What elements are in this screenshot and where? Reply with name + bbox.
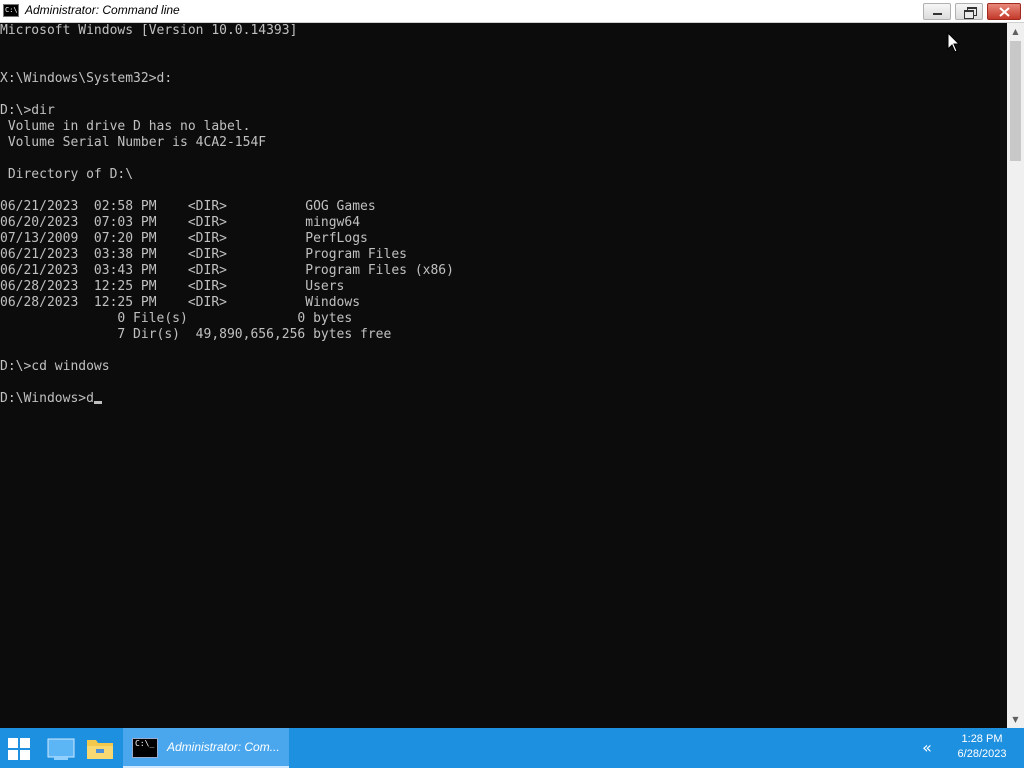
file-explorer-icon xyxy=(47,738,75,760)
scroll-thumb[interactable] xyxy=(1010,41,1021,161)
console-line: D:\>cd windows xyxy=(0,359,110,374)
file-explorer-button[interactable] xyxy=(43,728,79,768)
scroll-up-arrow-icon[interactable]: ▲ xyxy=(1007,23,1024,40)
window-title: Administrator: Command line xyxy=(25,3,180,17)
restore-button[interactable] xyxy=(955,3,983,20)
vertical-scrollbar[interactable]: ▲ ▼ xyxy=(1007,23,1024,728)
console-prompt: D:\Windows> xyxy=(0,391,87,406)
console-output[interactable]: Microsoft Windows [Version 10.0.14393] X… xyxy=(0,23,1007,728)
console-line: Microsoft Windows [Version 10.0.14393] xyxy=(0,23,298,38)
start-button[interactable] xyxy=(0,728,40,768)
show-hidden-icons-chevron-icon[interactable]: « xyxy=(917,736,937,760)
console-line: 7 Dir(s) 49,890,656,256 bytes free xyxy=(0,327,392,342)
console-line: 06/21/2023 02:58 PM <DIR> GOG Games xyxy=(0,199,376,214)
clock-date: 6/28/2023 xyxy=(957,748,1007,760)
console-line: 0 File(s) 0 bytes xyxy=(0,311,353,326)
taskbar: C:\_ Administrator: Com... « 1:28 PM 6/2… xyxy=(0,728,1024,768)
console-line: X:\Windows\System32>d: xyxy=(0,71,173,86)
folder-icon xyxy=(87,740,113,759)
console-line: Volume in drive D has no label. xyxy=(0,119,251,134)
taskbar-item-label: Administrator: Com... xyxy=(167,740,280,754)
title-bar[interactable]: C:\ Administrator: Command line xyxy=(0,0,1024,23)
scroll-down-arrow-icon[interactable]: ▼ xyxy=(1007,711,1024,728)
console-line: 06/21/2023 03:38 PM <DIR> Program Files xyxy=(0,247,407,262)
console-line: 06/20/2023 07:03 PM <DIR> mingw64 xyxy=(0,215,361,230)
console-line: Directory of D:\ xyxy=(0,167,134,182)
mouse-pointer-icon xyxy=(947,32,960,53)
console-line: 07/13/2009 07:20 PM <DIR> PerfLogs xyxy=(0,231,368,246)
console-line: D:\>dir xyxy=(0,103,55,118)
console-line: 06/28/2023 12:25 PM <DIR> Users xyxy=(0,279,345,294)
console-line: 06/28/2023 12:25 PM <DIR> Windows xyxy=(0,295,361,310)
cmd-icon[interactable]: C:\ xyxy=(3,4,19,17)
console-input[interactable]: d xyxy=(86,391,94,406)
close-button[interactable] xyxy=(987,3,1021,20)
taskbar-item-command-line[interactable]: C:\_ Administrator: Com... xyxy=(123,728,289,768)
command-prompt-window[interactable]: C:\ Administrator: Command line Microsof… xyxy=(0,0,1024,728)
system-clock[interactable]: 1:28 PM 6/28/2023 xyxy=(948,732,1016,762)
cmd-icon: C:\_ xyxy=(132,738,158,758)
console-line: Volume Serial Number is 4CA2-154F xyxy=(0,135,267,150)
minimize-icon xyxy=(933,13,942,15)
text-cursor xyxy=(93,401,102,404)
folder-button[interactable] xyxy=(82,728,118,768)
console-text: Microsoft Windows [Version 10.0.14393] X… xyxy=(0,23,1007,407)
clock-time: 1:28 PM xyxy=(961,733,1003,745)
close-icon xyxy=(999,7,1010,17)
console-line: 06/21/2023 03:43 PM <DIR> Program Files … xyxy=(0,263,454,278)
minimize-button[interactable] xyxy=(923,3,951,20)
